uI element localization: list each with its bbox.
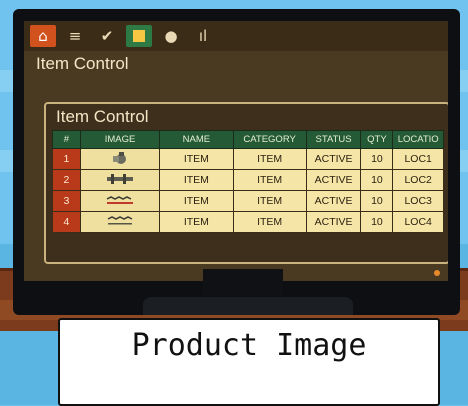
check-icon[interactable]: ✔ <box>94 25 120 47</box>
product-image-3-icon <box>106 195 134 204</box>
product-image-2-icon <box>107 173 134 184</box>
caption-text: Product Image <box>131 328 367 363</box>
item-location-cell: LOC1 <box>392 148 444 170</box>
item-control-panel: Item Control # IMAGE NAME CATEGORY STATU… <box>44 102 448 264</box>
row-number: 3 <box>52 190 81 212</box>
square-icon-button[interactable] <box>126 25 152 47</box>
column-header-qty[interactable]: QTY <box>360 130 394 149</box>
item-category-cell: ITEM <box>232 211 307 233</box>
row-number: 1 <box>52 148 81 170</box>
product-image-cell[interactable] <box>79 169 161 191</box>
row-number: 4 <box>52 211 81 233</box>
item-category-cell: ITEM <box>232 190 307 212</box>
item-table: # IMAGE NAME CATEGORY STATUS QTY LOCATIO… <box>52 130 444 233</box>
monitor-stand-base <box>143 297 353 315</box>
bar-chart-icon[interactable]: ıl <box>190 25 216 47</box>
item-qty-cell: 10 <box>360 148 394 170</box>
column-header-category[interactable]: CATEGORY <box>232 130 307 149</box>
table-header-row: # IMAGE NAME CATEGORY STATUS QTY LOCATIO <box>52 130 444 149</box>
item-name-cell: ITEM <box>159 148 234 170</box>
table-row[interactable]: 2 ITEM ITEM ACTIVE 10 LOC2 <box>52 169 444 191</box>
monitor-stand-neck <box>203 269 283 299</box>
product-image-4-icon <box>107 215 133 224</box>
item-location-cell: LOC2 <box>392 169 444 191</box>
item-qty-cell: 10 <box>360 169 394 191</box>
column-header-status[interactable]: STATUS <box>305 130 362 149</box>
home-icon[interactable]: ⌂ <box>30 25 56 47</box>
item-category-cell: ITEM <box>232 169 307 191</box>
item-name-cell: ITEM <box>159 190 234 212</box>
page-title: Item Control <box>36 54 129 73</box>
column-header-image[interactable]: IMAGE <box>79 130 161 149</box>
menu-icon[interactable]: ≡ <box>62 25 88 47</box>
item-status-cell: ACTIVE <box>305 211 362 233</box>
item-category-cell: ITEM <box>232 148 307 170</box>
item-name-cell: ITEM <box>159 169 234 191</box>
item-location-cell: LOC4 <box>392 211 444 233</box>
row-number: 2 <box>52 169 81 191</box>
column-header-number[interactable]: # <box>52 130 81 149</box>
column-header-location[interactable]: LOCATIO <box>392 130 444 149</box>
item-name-cell: ITEM <box>159 211 234 233</box>
panel-title: Item Control <box>56 107 149 126</box>
table-row[interactable]: 4 ITEM ITEM ACTIVE 10 LOC4 <box>52 211 444 233</box>
user-icon[interactable]: ● <box>158 25 184 47</box>
item-status-cell: ACTIVE <box>305 190 362 212</box>
item-qty-cell: 10 <box>360 211 394 233</box>
column-header-name[interactable]: NAME <box>159 130 234 149</box>
square-icon <box>133 30 145 42</box>
monitor-screen: ⌂ ≡ ✔ ● ıl Item Control Item Control # I… <box>24 21 448 281</box>
product-image-cell[interactable] <box>79 190 161 212</box>
app-toolbar: ⌂ ≡ ✔ ● ıl <box>24 21 448 51</box>
item-status-cell: ACTIVE <box>305 148 362 170</box>
table-row[interactable]: 3 ITEM ITEM ACTIVE 10 LOC3 <box>52 190 444 212</box>
product-image-cell[interactable] <box>79 211 161 233</box>
item-qty-cell: 10 <box>360 190 394 212</box>
caption-box: Product Image <box>58 318 440 406</box>
item-status-cell: ACTIVE <box>305 169 362 191</box>
product-image-cell[interactable] <box>79 148 161 170</box>
item-location-cell: LOC3 <box>392 190 444 212</box>
table-row[interactable]: 1 ITEM ITEM ACTIVE 10 LOC1 <box>52 148 444 170</box>
monitor: ⌂ ≡ ✔ ● ıl Item Control Item Control # I… <box>13 9 460 315</box>
power-indicator-icon <box>434 270 440 276</box>
product-image-1-icon <box>113 151 127 164</box>
